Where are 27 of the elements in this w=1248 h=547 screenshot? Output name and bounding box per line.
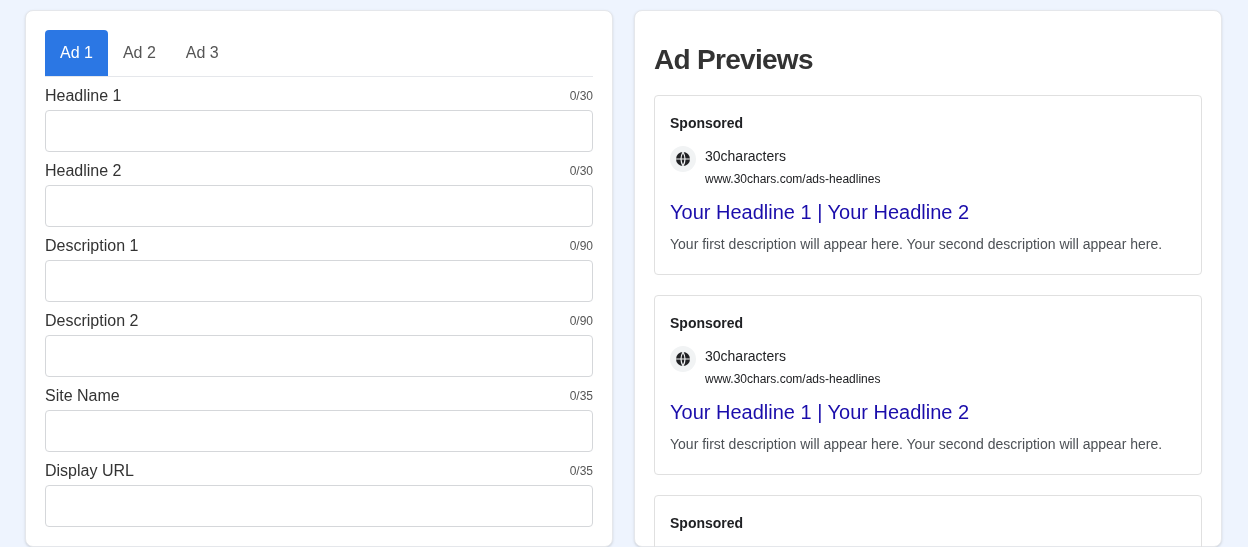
sponsored-label: Sponsored	[670, 114, 745, 133]
ad-headline-link[interactable]: Your Headline 1 | Your Headline 2	[670, 397, 1186, 427]
sponsored-label: Sponsored	[670, 314, 745, 333]
ad-description: Your first description will appear here. Your second description will appear here.	[670, 435, 1164, 454]
display-url: www.30chars.com/ads-headlines	[705, 371, 881, 388]
character-count: 0/30	[569, 88, 593, 105]
field-label: Description 1	[45, 236, 139, 256]
field-label: Display URL	[45, 461, 134, 481]
field-label: Description 2	[45, 311, 139, 331]
sponsored-label: Sponsored	[670, 514, 745, 533]
character-count: 0/90	[569, 238, 593, 255]
field-label: Site Name	[45, 386, 120, 406]
character-count: 0/35	[569, 388, 593, 405]
character-count: 0/90	[569, 313, 593, 330]
field-label: Headline 2	[45, 161, 122, 181]
ad-description: Your first description will appear here. Your second description will appear here.	[670, 235, 1164, 254]
character-count: 0/30	[569, 163, 593, 180]
ad-tab[interactable]: Ad 3	[170, 30, 234, 76]
display-url: www.30chars.com/ads-headlines	[705, 171, 881, 188]
field-label: Headline 1	[45, 86, 122, 106]
site-name: 30characters	[705, 147, 787, 166]
ad-tab[interactable]: Ad 1	[45, 30, 108, 76]
site-name: 30characters	[705, 347, 787, 366]
previews-title: Ad Previews	[654, 43, 814, 77]
character-count: 0/35	[569, 463, 593, 480]
ad-tab[interactable]: Ad 2	[107, 30, 171, 76]
ad-headline-link[interactable]: Your Headline 1 | Your Headline 2	[670, 197, 1186, 227]
